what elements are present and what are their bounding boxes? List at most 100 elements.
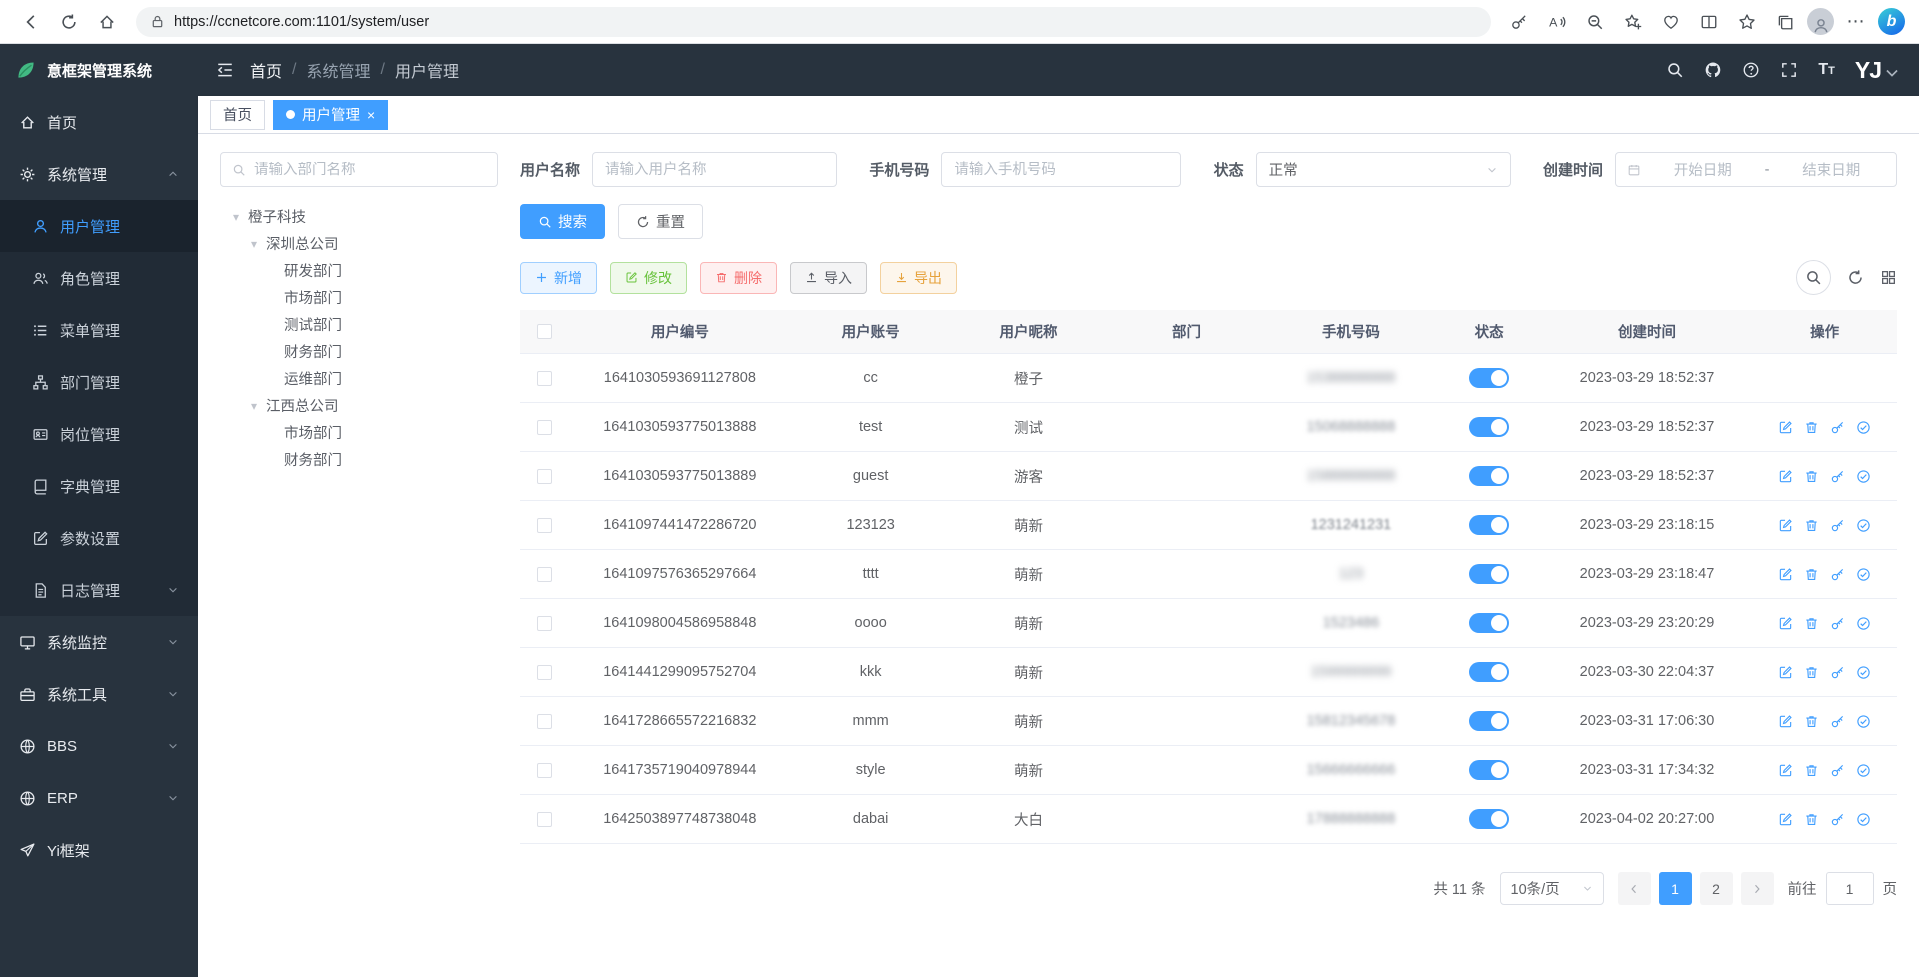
tab-home[interactable]: 首页 (210, 100, 265, 130)
sidebar-item-monitor[interactable]: 系统监控 (0, 616, 198, 668)
username-input[interactable] (592, 152, 837, 187)
page-button-1[interactable]: 1 (1659, 872, 1692, 905)
row-checkbox[interactable] (537, 616, 552, 631)
more-menu-icon[interactable]: ⋯ (1840, 6, 1872, 38)
delete-icon[interactable] (1804, 812, 1819, 827)
favorites-icon[interactable] (1731, 6, 1763, 38)
status-toggle[interactable] (1469, 515, 1509, 535)
sidebar-item-yi[interactable]: Yi框架 (0, 824, 198, 876)
sidebar-item-dict[interactable]: 字典管理 (0, 460, 198, 512)
reset-password-icon[interactable] (1830, 665, 1845, 680)
search-button[interactable]: 搜索 (520, 204, 605, 239)
reset-password-icon[interactable] (1830, 714, 1845, 729)
address-bar[interactable]: https://ccnetcore.com:1101/system/user (136, 7, 1491, 37)
edit-icon[interactable] (1778, 665, 1793, 680)
back-button[interactable] (14, 5, 48, 39)
reset-password-icon[interactable] (1830, 812, 1845, 827)
tree-node[interactable]: 市场部门 (220, 419, 498, 446)
import-button[interactable]: 导入 (790, 262, 867, 294)
tab-user-management[interactable]: 用户管理 × (273, 100, 388, 130)
edit-icon[interactable] (1778, 763, 1793, 778)
row-checkbox[interactable] (537, 371, 552, 386)
profile-avatar[interactable] (1807, 8, 1834, 35)
delete-icon[interactable] (1804, 616, 1819, 631)
status-toggle[interactable] (1469, 613, 1509, 633)
status-toggle[interactable] (1469, 711, 1509, 731)
split-screen-icon[interactable] (1693, 6, 1725, 38)
status-toggle[interactable] (1469, 760, 1509, 780)
font-size-icon[interactable]: TT (1818, 61, 1835, 79)
tree-node[interactable]: 测试部门 (220, 311, 498, 338)
caret-expand-icon[interactable]: ▾ (248, 237, 260, 251)
close-tab-icon[interactable]: × (367, 108, 375, 122)
edit-icon[interactable] (1778, 469, 1793, 484)
delete-button[interactable]: 删除 (700, 262, 777, 294)
assign-role-icon[interactable] (1856, 812, 1871, 827)
delete-icon[interactable] (1804, 420, 1819, 435)
goto-page-input[interactable] (1826, 872, 1874, 905)
tree-node[interactable]: 市场部门 (220, 284, 498, 311)
tree-node[interactable]: 财务部门 (220, 446, 498, 473)
row-checkbox[interactable] (537, 567, 552, 582)
status-toggle[interactable] (1469, 564, 1509, 584)
user-logo[interactable]: YJ (1855, 57, 1901, 84)
export-button[interactable]: 导出 (880, 262, 957, 294)
page-button-2[interactable]: 2 (1700, 872, 1733, 905)
dept-search-input[interactable] (254, 162, 486, 178)
tree-node[interactable]: 运维部门 (220, 365, 498, 392)
sidebar-item-user[interactable]: 用户管理 (0, 200, 198, 252)
reset-password-icon[interactable] (1830, 469, 1845, 484)
edit-icon[interactable] (1778, 518, 1793, 533)
reset-password-icon[interactable] (1830, 518, 1845, 533)
assign-role-icon[interactable] (1856, 469, 1871, 484)
sidebar-item-post[interactable]: 岗位管理 (0, 408, 198, 460)
home-button[interactable] (90, 5, 124, 39)
phone-input[interactable] (941, 152, 1181, 187)
tree-node[interactable]: 财务部门 (220, 338, 498, 365)
edit-icon[interactable] (1778, 420, 1793, 435)
sidebar-item-log[interactable]: 日志管理 (0, 564, 198, 616)
read-aloud-icon[interactable] (1541, 6, 1573, 38)
sidebar-item-tools[interactable]: 系统工具 (0, 668, 198, 720)
row-checkbox[interactable] (537, 420, 552, 435)
fullscreen-icon[interactable] (1780, 61, 1798, 79)
delete-icon[interactable] (1804, 714, 1819, 729)
status-toggle[interactable] (1469, 662, 1509, 682)
add-favorite-icon[interactable] (1617, 6, 1649, 38)
delete-icon[interactable] (1804, 567, 1819, 582)
edit-icon[interactable] (1778, 714, 1793, 729)
assign-role-icon[interactable] (1856, 420, 1871, 435)
show-search-button[interactable] (1796, 260, 1831, 295)
sidebar-item-system[interactable]: 系统管理 (0, 148, 198, 200)
password-manager-icon[interactable] (1503, 6, 1535, 38)
status-toggle[interactable] (1469, 809, 1509, 829)
add-button[interactable]: 新增 (520, 262, 597, 294)
delete-icon[interactable] (1804, 665, 1819, 680)
tree-node[interactable]: ▾橙子科技 (220, 203, 498, 230)
next-page-button[interactable] (1741, 872, 1774, 905)
tree-node[interactable]: 研发部门 (220, 257, 498, 284)
assign-role-icon[interactable] (1856, 665, 1871, 680)
sidebar-item-config[interactable]: 参数设置 (0, 512, 198, 564)
app-logo[interactable]: 意框架管理系统 (0, 44, 198, 96)
row-checkbox[interactable] (537, 518, 552, 533)
edit-icon[interactable] (1778, 616, 1793, 631)
caret-expand-icon[interactable]: ▾ (248, 399, 260, 413)
tree-node[interactable]: ▾深圳总公司 (220, 230, 498, 257)
assign-role-icon[interactable] (1856, 518, 1871, 533)
caret-expand-icon[interactable]: ▾ (230, 210, 242, 224)
help-icon[interactable] (1742, 61, 1760, 79)
status-toggle[interactable] (1469, 417, 1509, 437)
assign-role-icon[interactable] (1856, 567, 1871, 582)
collapse-sidebar-icon[interactable] (216, 61, 234, 79)
reset-password-icon[interactable] (1830, 567, 1845, 582)
row-checkbox[interactable] (537, 714, 552, 729)
edit-icon[interactable] (1778, 812, 1793, 827)
page-size-select[interactable]: 10条/页 (1500, 872, 1604, 905)
breadcrumb-home[interactable]: 首页 (250, 58, 282, 82)
refresh-button[interactable] (52, 5, 86, 39)
edit-button[interactable]: 修改 (610, 262, 687, 294)
row-checkbox[interactable] (537, 812, 552, 827)
collections-icon[interactable] (1769, 6, 1801, 38)
assign-role-icon[interactable] (1856, 616, 1871, 631)
